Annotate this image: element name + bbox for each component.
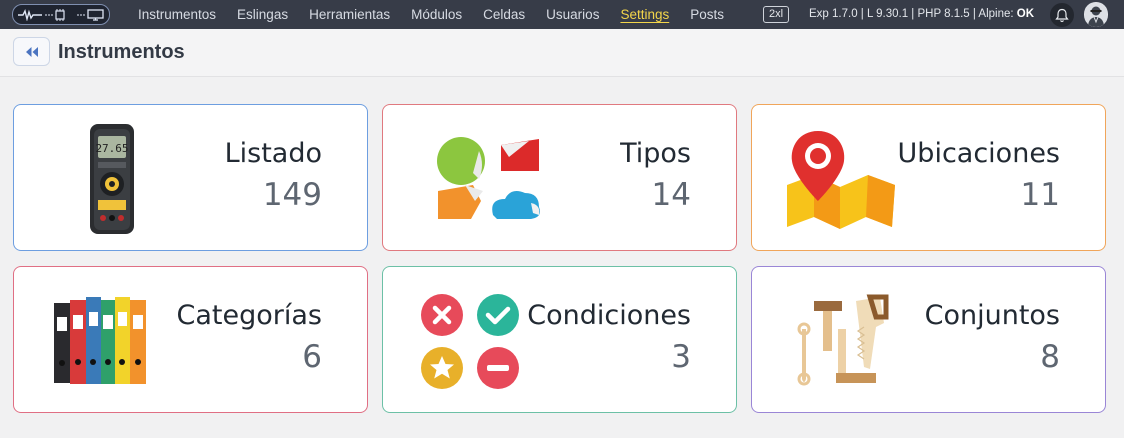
user-avatar-icon xyxy=(1085,2,1107,27)
tools-icon xyxy=(797,294,889,386)
card-ubicaciones[interactable]: Ubicaciones 11 xyxy=(751,104,1106,251)
card-count: 3 xyxy=(671,339,691,375)
multimeter-icon: 27.65 xyxy=(90,124,134,234)
card-conjuntos[interactable]: Conjuntos 8 xyxy=(751,266,1106,413)
top-navbar: Instrumentos Eslingas Herramientas Módul… xyxy=(0,0,1124,29)
main-nav: Instrumentos Eslingas Herramientas Módul… xyxy=(138,0,745,29)
map-pin-icon xyxy=(787,131,895,229)
double-chevron-left-icon xyxy=(25,46,38,57)
nav-link-eslingas[interactable]: Eslingas xyxy=(237,7,288,22)
card-condiciones[interactable]: Condiciones 3 xyxy=(382,266,737,413)
svg-text:27.65: 27.65 xyxy=(95,142,128,155)
nav-link-herramientas[interactable]: Herramientas xyxy=(309,7,390,22)
card-categorias[interactable]: Categorías 6 xyxy=(13,266,368,413)
nav-link-celdas[interactable]: Celdas xyxy=(483,7,525,22)
card-listado[interactable]: 27.65 Listado 149 xyxy=(13,104,368,251)
card-count: 11 xyxy=(1020,177,1060,213)
breakpoint-badge: 2xl xyxy=(763,6,790,23)
card-label: Condiciones xyxy=(527,300,691,331)
version-text: Exp 1.7.0 | L 9.30.1 | PHP 8.1.5 | Alpin… xyxy=(809,8,1017,20)
nav-link-modulos[interactable]: Módulos xyxy=(411,7,462,22)
card-count: 6 xyxy=(302,339,322,375)
nav-link-settings[interactable]: Settings xyxy=(620,7,669,22)
card-count: 14 xyxy=(651,177,691,213)
page-title: Instrumentos xyxy=(58,41,185,63)
card-count: 8 xyxy=(1040,339,1060,375)
card-count: 149 xyxy=(262,177,322,213)
bell-icon xyxy=(1055,8,1069,22)
page-header: Instrumentos xyxy=(0,29,1124,77)
chip-icon xyxy=(45,8,65,21)
status-icons xyxy=(421,294,519,389)
card-label: Listado xyxy=(224,138,322,169)
nav-link-posts[interactable]: Posts xyxy=(690,7,724,22)
back-button[interactable] xyxy=(13,37,50,66)
user-avatar[interactable] xyxy=(1084,2,1108,27)
alpine-status: OK xyxy=(1016,8,1035,20)
signal-icon xyxy=(18,8,42,21)
nav-link-instrumentos[interactable]: Instrumentos xyxy=(138,7,216,22)
card-label: Conjuntos xyxy=(924,300,1060,331)
version-info: Exp 1.7.0 | L 9.30.1 | PHP 8.1.5 | Alpin… xyxy=(809,0,1034,29)
card-label: Tipos xyxy=(620,138,691,169)
card-label: Categorías xyxy=(176,300,322,331)
card-tipos[interactable]: Tipos 14 xyxy=(382,104,737,251)
monitor-icon xyxy=(77,8,104,21)
card-label: Ubicaciones xyxy=(897,138,1060,169)
notifications-button[interactable] xyxy=(1050,3,1074,27)
brand-logo[interactable] xyxy=(12,4,110,25)
nav-link-usuarios[interactable]: Usuarios xyxy=(546,7,599,22)
binders-icon xyxy=(54,297,146,384)
tags-icon xyxy=(437,137,540,219)
